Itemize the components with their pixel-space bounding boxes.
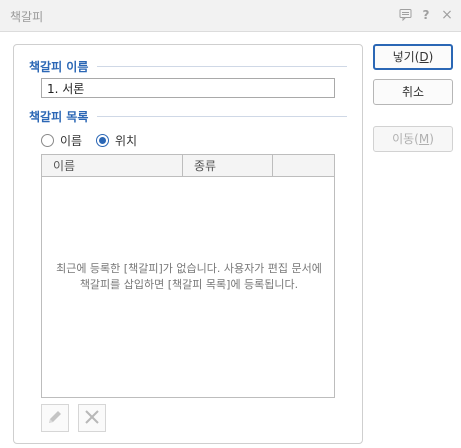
bookmark-name-input[interactable] — [41, 78, 335, 98]
sort-option-label: 위치 — [115, 134, 138, 148]
cancel-button[interactable]: 취소 — [373, 79, 453, 105]
cancel-label: 취소 — [401, 85, 425, 99]
sort-by-position-radio[interactable]: 위치 — [96, 132, 137, 149]
move-button[interactable]: 이동(M) — [373, 126, 453, 152]
sort-by-name-radio[interactable]: 이름 — [41, 132, 82, 149]
title-bar: 책갈피 ? × — [0, 0, 461, 32]
bookmark-list-label: 책갈피 목록 — [29, 108, 95, 125]
x-icon — [84, 409, 100, 428]
edit-bookmark-button[interactable] — [41, 404, 69, 432]
insert-button[interactable]: 넣기(D) — [373, 44, 453, 70]
pencil-icon — [46, 408, 64, 429]
empty-list-message: 최근에 등록한 [책갈피]가 없습니다. 사용자가 편집 문서에 책갈피를 삽입… — [56, 262, 322, 291]
help-icon[interactable]: ? — [419, 8, 433, 22]
insert-shortcut: D — [419, 50, 429, 64]
radio-unchecked-icon — [41, 134, 54, 147]
move-label: 이동 — [392, 132, 415, 146]
window-title: 책갈피 — [10, 10, 44, 24]
bookmark-name-label: 책갈피 이름 — [29, 58, 95, 75]
column-header-name[interactable]: 이름 — [42, 155, 183, 177]
delete-bookmark-button[interactable] — [78, 404, 106, 432]
sort-option-label: 이름 — [60, 134, 83, 148]
list-header: 이름 종류 — [42, 155, 334, 177]
section-divider — [97, 116, 347, 117]
radio-checked-icon — [96, 134, 109, 147]
message-icon[interactable] — [398, 8, 412, 22]
section-divider — [97, 66, 347, 67]
column-header-type[interactable]: 종류 — [183, 155, 273, 177]
column-header-extra[interactable] — [273, 155, 334, 177]
close-icon[interactable]: × — [440, 8, 454, 22]
bookmark-list[interactable]: 이름 종류 최근에 등록한 [책갈피]가 없습니다. 사용자가 편집 문서에 책… — [41, 154, 335, 398]
move-shortcut: M — [418, 132, 430, 146]
insert-label: 넣기 — [392, 50, 415, 64]
